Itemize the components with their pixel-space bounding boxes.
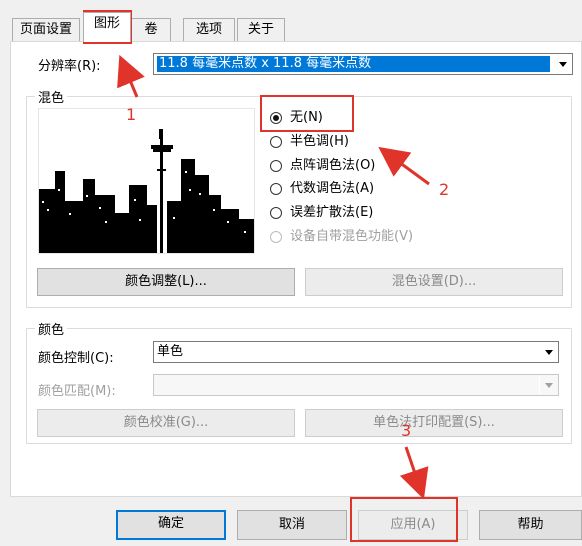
arrow-icon: [117, 54, 145, 98]
arrow-icon: [399, 446, 429, 500]
arrow-icon: [378, 146, 430, 186]
annotation-arrows: [117, 54, 430, 500]
tab-graphics[interactable]: 图形: [83, 12, 131, 42]
